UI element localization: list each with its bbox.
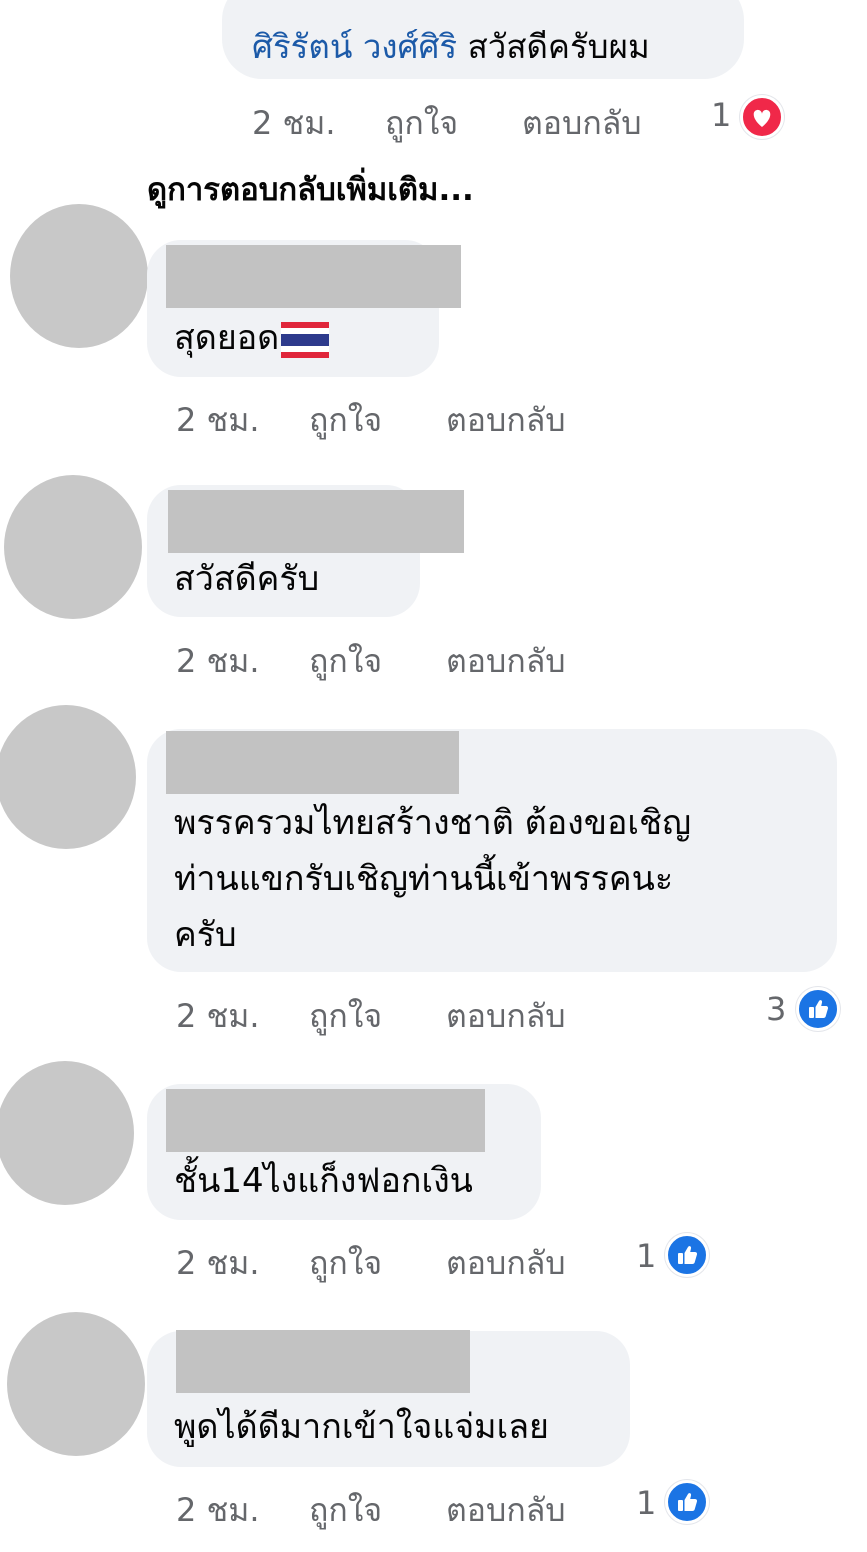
reply-button[interactable]: ตอบกลับ <box>446 1485 566 1536</box>
top-reply-actions: 2 ชม. ถูกใจ ตอบกลับ <box>252 98 672 142</box>
like-button[interactable]: ถูกใจ <box>385 98 458 149</box>
reply-button[interactable]: ตอบกลับ <box>446 1238 566 1289</box>
comment-text: สุดยอด <box>174 318 280 358</box>
reply-button[interactable]: ตอบกลับ <box>446 636 566 687</box>
reaction-count[interactable]: 1 <box>711 96 731 134</box>
redacted-author-name <box>176 1330 470 1393</box>
avatar[interactable] <box>7 1312 145 1456</box>
comment-actions: 2 ชม. ถูกใจ ตอบกลับ <box>176 991 596 1035</box>
redacted-author-name <box>166 1089 485 1152</box>
avatar[interactable] <box>10 204 148 348</box>
top-reply-text-line: ศิริรัตน์ วงศ์ศิริ สวัสดีครับผม <box>252 20 650 73</box>
reaction-count[interactable]: 1 <box>636 1237 656 1275</box>
avatar[interactable] <box>0 1061 134 1205</box>
comment-text-row: สุดยอด <box>174 309 330 367</box>
like-reaction-icon[interactable] <box>665 1480 709 1524</box>
comment-text-line: พรรครวมไทยสร้างชาติ ต้องขอเชิญ <box>174 803 692 843</box>
comment-text-line: ท่านแขกรับเชิญท่านนี้เข้าพรรคนะ <box>174 859 674 899</box>
top-reply-text: สวัสดีครับผม <box>467 27 650 66</box>
like-reaction-icon[interactable] <box>796 987 840 1031</box>
comment-actions: 2 ชม. ถูกใจ ตอบกลับ <box>176 636 596 680</box>
like-button[interactable]: ถูกใจ <box>309 1485 382 1536</box>
comment-text: ชั้น14ไงแก็งฟอกเงิน <box>174 1161 473 1201</box>
timestamp: 2 ชม. <box>176 1491 260 1529</box>
avatar[interactable] <box>0 705 136 849</box>
like-button[interactable]: ถูกใจ <box>309 991 382 1042</box>
heart-reaction-icon[interactable] <box>740 95 784 139</box>
like-button[interactable]: ถูกใจ <box>309 636 382 687</box>
comment-text: สวัสดีครับ <box>174 559 320 599</box>
timestamp: 2 ชม. <box>252 104 336 142</box>
timestamp: 2 ชม. <box>176 997 260 1035</box>
reply-button[interactable]: ตอบกลับ <box>522 98 642 149</box>
comment-text: พูดได้ดีมากเข้าใจแจ่มเลย <box>174 1407 549 1447</box>
redacted-author-name <box>166 731 459 794</box>
avatar[interactable] <box>4 475 142 619</box>
top-reply-author-mention[interactable]: ศิริรัตน์ วงศ์ศิริ <box>252 27 457 66</box>
reaction-count[interactable]: 3 <box>766 990 786 1028</box>
redacted-author-name <box>168 490 464 553</box>
like-button[interactable]: ถูกใจ <box>309 395 382 446</box>
like-reaction-icon[interactable] <box>665 1233 709 1277</box>
redacted-author-name <box>166 245 461 308</box>
comment-actions: 2 ชม. ถูกใจ ตอบกลับ <box>176 395 596 439</box>
reaction-count[interactable]: 1 <box>636 1484 656 1522</box>
comment-actions: 2 ชม. ถูกใจ ตอบกลับ <box>176 1238 596 1282</box>
thailand-flag-emoji <box>281 321 330 358</box>
timestamp: 2 ชม. <box>176 642 260 680</box>
timestamp: 2 ชม. <box>176 401 260 439</box>
comment-actions: 2 ชม. ถูกใจ ตอบกลับ <box>176 1485 596 1529</box>
like-button[interactable]: ถูกใจ <box>309 1238 382 1289</box>
reply-button[interactable]: ตอบกลับ <box>446 395 566 446</box>
comment-text-line: ครับ <box>174 915 237 955</box>
reply-button[interactable]: ตอบกลับ <box>446 991 566 1042</box>
view-more-replies-link[interactable]: ดูการตอบกลับเพิ่มเติม... <box>147 164 474 214</box>
timestamp: 2 ชม. <box>176 1244 260 1282</box>
